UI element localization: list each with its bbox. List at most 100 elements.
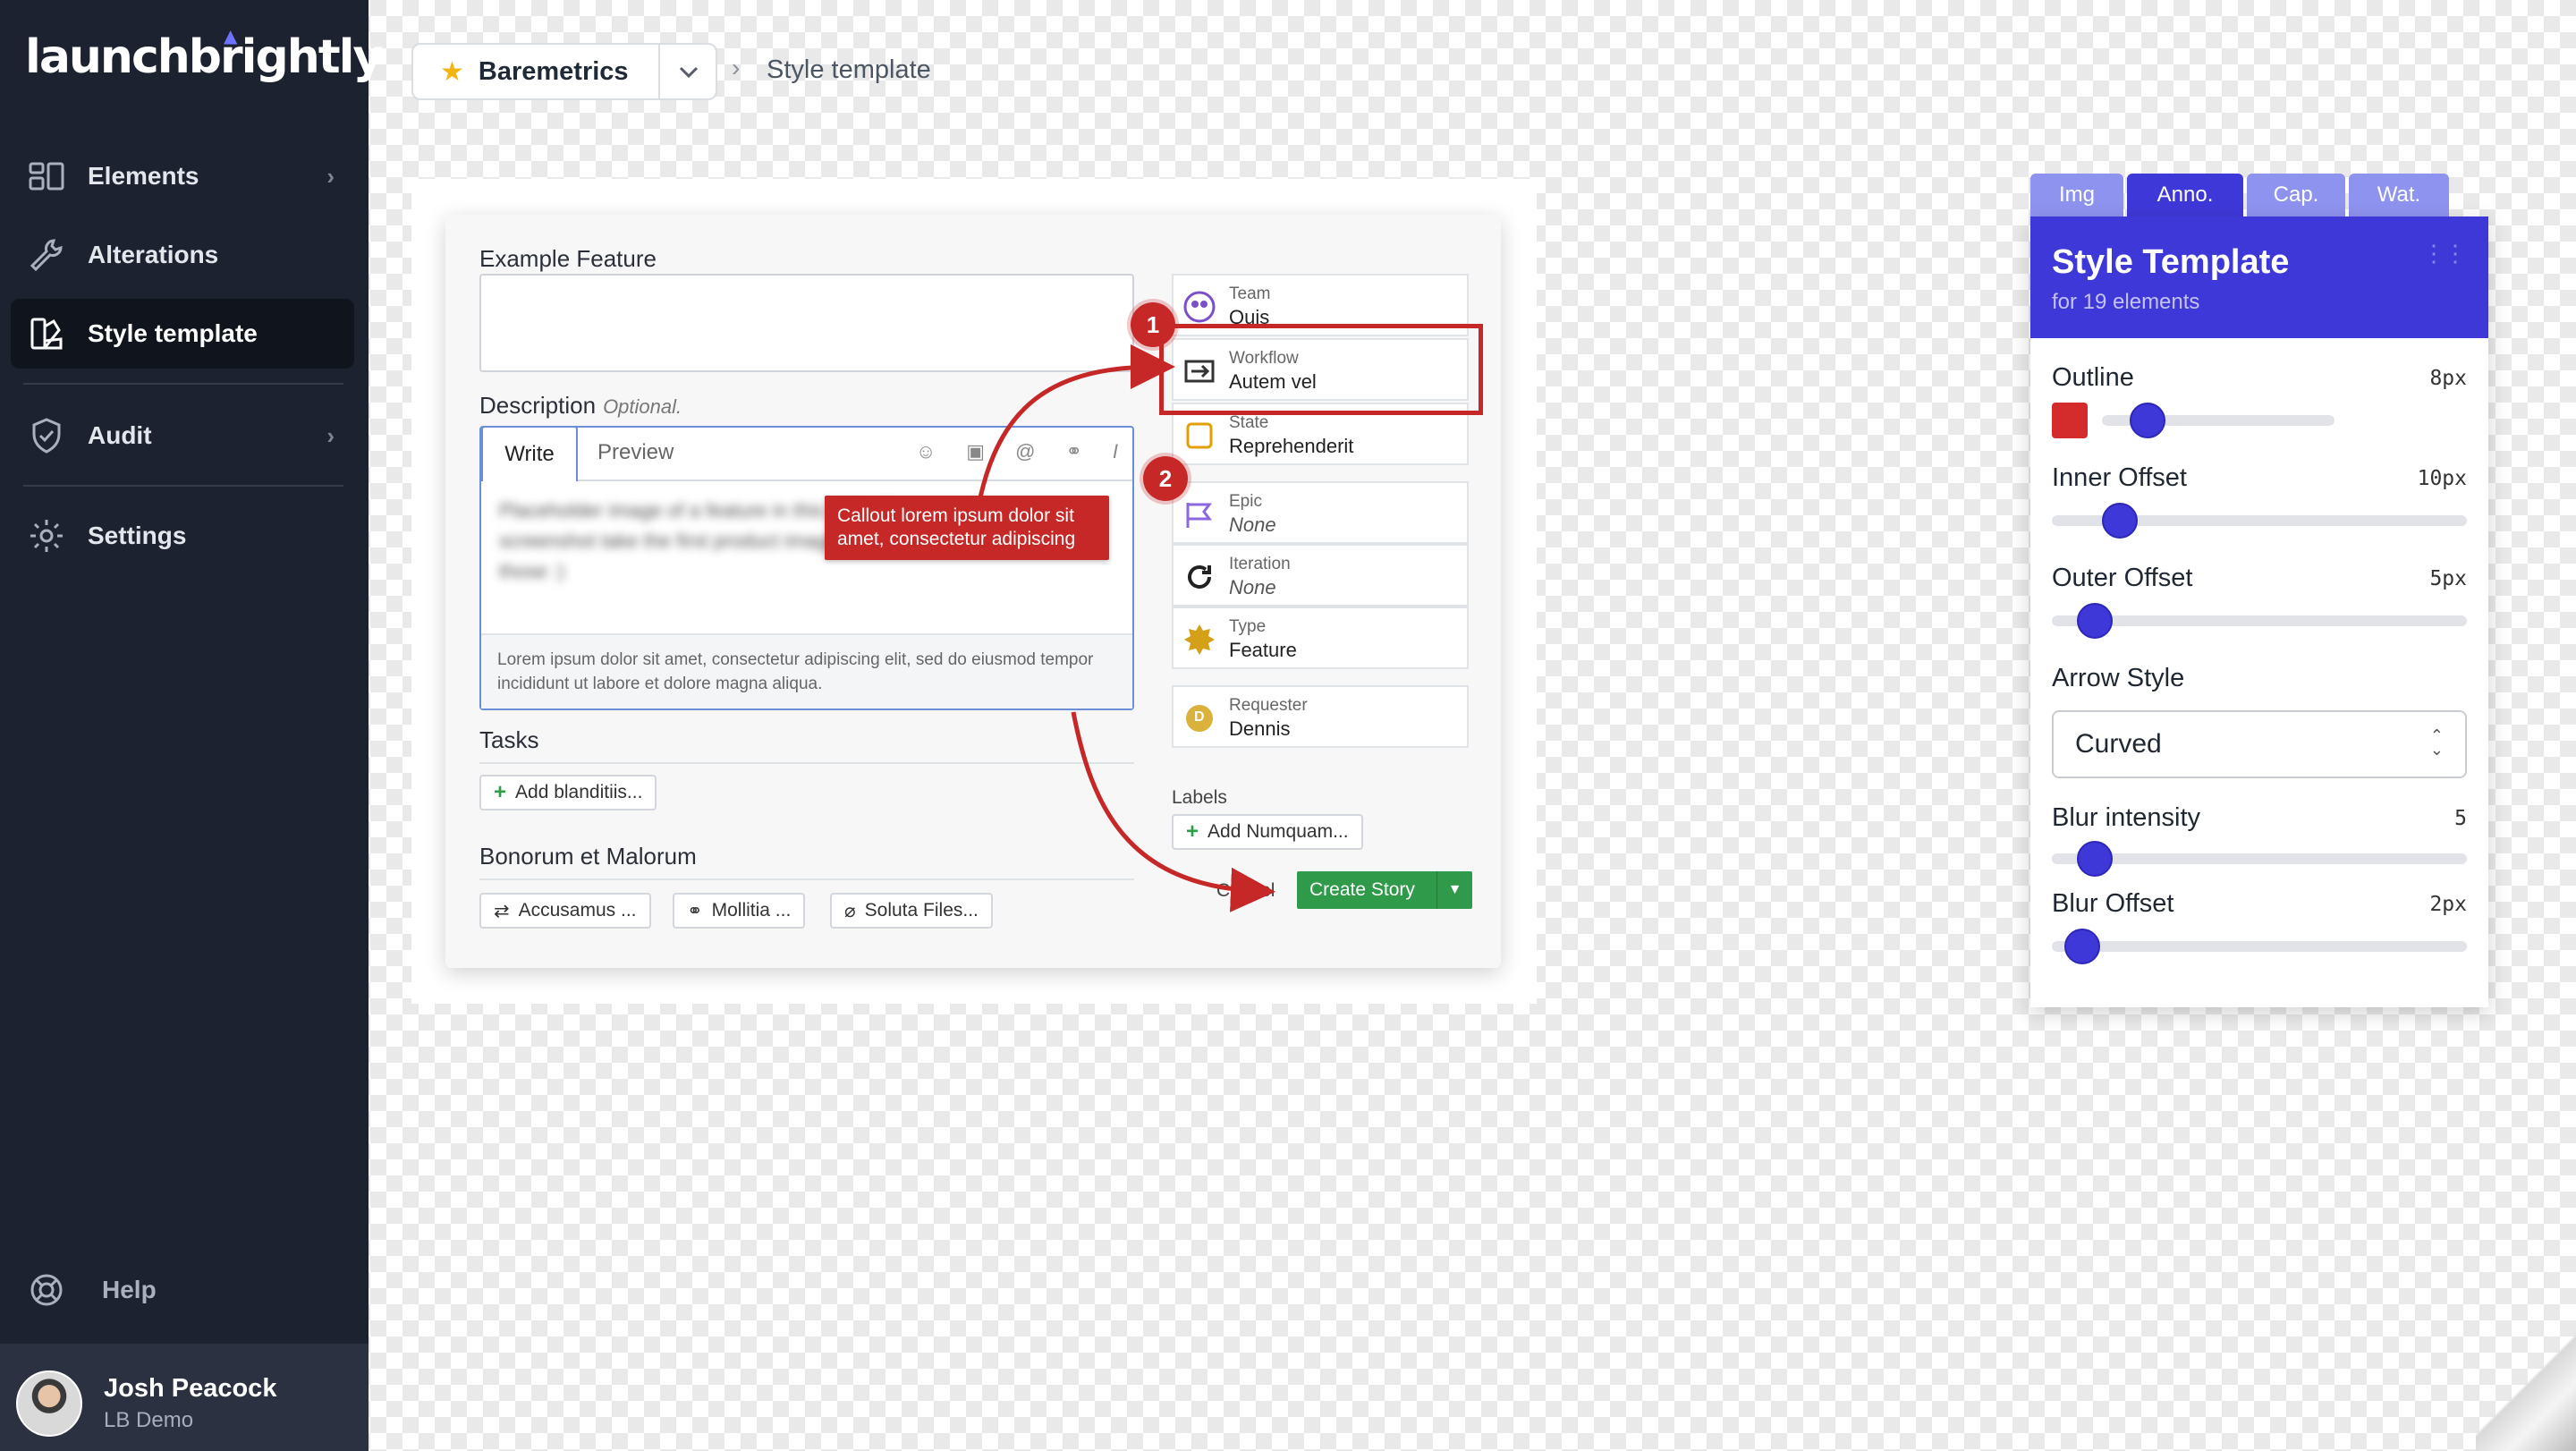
- link-icon[interactable]: ⚭: [1065, 440, 1081, 463]
- cancel-button[interactable]: Cancel: [1216, 880, 1275, 902]
- arrow-style-label: Arrow Style: [2052, 664, 2185, 692]
- breadcrumb-separator-icon: ›: [732, 54, 741, 81]
- field-key: Team: [1229, 284, 1271, 303]
- highlight-outline[interactable]: [1159, 324, 1483, 415]
- project-selector[interactable]: ★ Baremetrics: [411, 43, 717, 100]
- attachment-button[interactable]: ⇄ Accusamus ...: [479, 893, 651, 929]
- blur-intensity-label: Blur intensity: [2052, 803, 2201, 832]
- tab-cap[interactable]: Cap.: [2247, 174, 2345, 216]
- epic-icon: [1186, 503, 1212, 528]
- field-type[interactable]: Type Feature: [1172, 607, 1469, 669]
- sidebar-item-alterations[interactable]: Alterations: [11, 220, 354, 290]
- blur-intensity-slider[interactable]: [2052, 853, 2467, 864]
- editor-tabs: Write Preview ☺ ▣ @ ⚭ I: [481, 426, 1132, 481]
- description-label: Description Optional.: [479, 392, 682, 420]
- preview-card: Example Feature Description Optional. Wri…: [445, 215, 1501, 968]
- sidebar-item-audit[interactable]: Audit ›: [11, 401, 354, 471]
- panel-header: Style Template for 19 elements ⋮⋮: [2030, 216, 2488, 338]
- italic-icon[interactable]: I: [1113, 440, 1118, 463]
- tab-preview[interactable]: Preview: [597, 440, 674, 465]
- field-key: Iteration: [1229, 555, 1291, 573]
- help-link[interactable]: Help: [27, 1270, 157, 1310]
- divider: [479, 878, 1134, 880]
- plus-icon: +: [1186, 819, 1199, 844]
- image-icon[interactable]: ▣: [966, 440, 985, 463]
- feature-type-icon: [1184, 624, 1215, 655]
- blur-offset-value: 2px: [2429, 893, 2467, 916]
- arrow-style-value: Curved: [2075, 729, 2162, 759]
- project-dropdown-button[interactable]: [658, 45, 717, 98]
- feature-input[interactable]: [479, 274, 1134, 372]
- attachment-button[interactable]: ⌀ Soluta Files...: [830, 893, 993, 929]
- outer-offset-slider-knob[interactable]: [2076, 603, 2113, 639]
- tab-anno[interactable]: Anno.: [2127, 174, 2243, 216]
- tab-img[interactable]: Img: [2030, 174, 2123, 216]
- attachment-label: Soluta Files...: [864, 900, 979, 921]
- shield-icon: [25, 414, 68, 457]
- add-label-button[interactable]: + Add Numquam...: [1172, 814, 1363, 850]
- breadcrumb-current: Style template: [767, 55, 931, 84]
- labels-label: Labels: [1172, 787, 1227, 808]
- divider: [479, 762, 1134, 764]
- arrow-style-select[interactable]: Curved ⌃ ⌄: [2052, 710, 2467, 778]
- outline-label: Outline: [2052, 363, 2134, 392]
- editor-footer: Lorem ipsum dolor sit amet, consectetur …: [481, 633, 1132, 709]
- state-icon: [1186, 422, 1213, 449]
- outline-slider-knob[interactable]: [2130, 403, 2166, 438]
- wrench-icon: [25, 233, 68, 276]
- drag-handle-icon[interactable]: ⋮⋮: [2422, 242, 2467, 265]
- sidebar-item-style-template[interactable]: Style template: [11, 299, 354, 369]
- add-label-text: Add Numquam...: [1208, 821, 1349, 842]
- outline-color-swatch[interactable]: [2052, 403, 2088, 438]
- step-badge-2[interactable]: 2: [1143, 456, 1188, 501]
- avatar: [16, 1370, 82, 1437]
- user-org: LB Demo: [104, 1408, 194, 1432]
- field-value: Feature: [1229, 639, 1297, 661]
- caret-down-icon[interactable]: ▼: [1436, 871, 1472, 909]
- blur-offset-slider[interactable]: [2052, 941, 2467, 952]
- add-task-button[interactable]: + Add blanditiis...: [479, 775, 657, 810]
- annotation-callout[interactable]: Callout lorem ipsum dolor sit amet, cons…: [825, 496, 1109, 560]
- sidebar-item-elements[interactable]: Elements ›: [11, 141, 354, 211]
- swap-icon: ⇄: [494, 900, 510, 921]
- plus-icon: +: [494, 780, 507, 804]
- field-epic[interactable]: Epic None: [1172, 481, 1469, 544]
- description-editor[interactable]: Write Preview ☺ ▣ @ ⚭ I Placeholder imag…: [479, 426, 1134, 710]
- add-task-label: Add blanditiis...: [515, 782, 643, 802]
- sidebar-item-label: Audit: [88, 421, 152, 449]
- divider: [23, 383, 343, 385]
- flame-icon: ▲: [224, 25, 237, 47]
- panel-subtitle: for 19 elements: [2052, 290, 2200, 314]
- sidebar-item-settings[interactable]: Settings: [11, 501, 354, 571]
- preview-canvas: Example Feature Description Optional. Wri…: [411, 179, 1537, 1004]
- mention-icon[interactable]: @: [1015, 440, 1035, 463]
- help-label: Help: [102, 1276, 157, 1303]
- field-key: Type: [1229, 617, 1267, 636]
- tab-wat[interactable]: Wat.: [2349, 174, 2449, 216]
- user-menu[interactable]: Josh Peacock LB Demo: [0, 1344, 369, 1451]
- field-value: None: [1229, 513, 1276, 536]
- blur-intensity-slider-knob[interactable]: [2076, 841, 2113, 877]
- inner-offset-slider-knob[interactable]: [2101, 503, 2138, 539]
- outer-offset-slider[interactable]: [2052, 615, 2467, 626]
- step-badge-1[interactable]: 1: [1131, 302, 1175, 347]
- layout-icon: [25, 155, 68, 198]
- blur-offset-label: Blur Offset: [2052, 889, 2174, 918]
- tab-write[interactable]: Write: [481, 426, 578, 481]
- field-value: Dennis: [1229, 717, 1291, 740]
- emoji-icon[interactable]: ☺: [916, 440, 936, 463]
- palette-icon: [25, 312, 68, 355]
- create-story-button[interactable]: Create Story ▼: [1297, 871, 1472, 909]
- attachment-label: Mollitia ...: [711, 900, 792, 921]
- field-value: Reprehenderit: [1229, 435, 1354, 457]
- user-name: Josh Peacock: [104, 1374, 277, 1403]
- inner-offset-value: 10px: [2417, 467, 2467, 490]
- editor-toolbar: ☺ ▣ @ ⚭ I: [916, 440, 1118, 463]
- field-requester[interactable]: D Requester Dennis: [1172, 685, 1469, 748]
- field-iteration[interactable]: Iteration None: [1172, 544, 1469, 607]
- attachment-button[interactable]: ⚭ Mollitia ...: [673, 893, 806, 929]
- logo-text: launchbrightly: [25, 30, 383, 84]
- logo[interactable]: launchbrightly ▲: [25, 25, 383, 84]
- divider: [23, 485, 343, 487]
- blur-offset-slider-knob[interactable]: [2063, 929, 2100, 964]
